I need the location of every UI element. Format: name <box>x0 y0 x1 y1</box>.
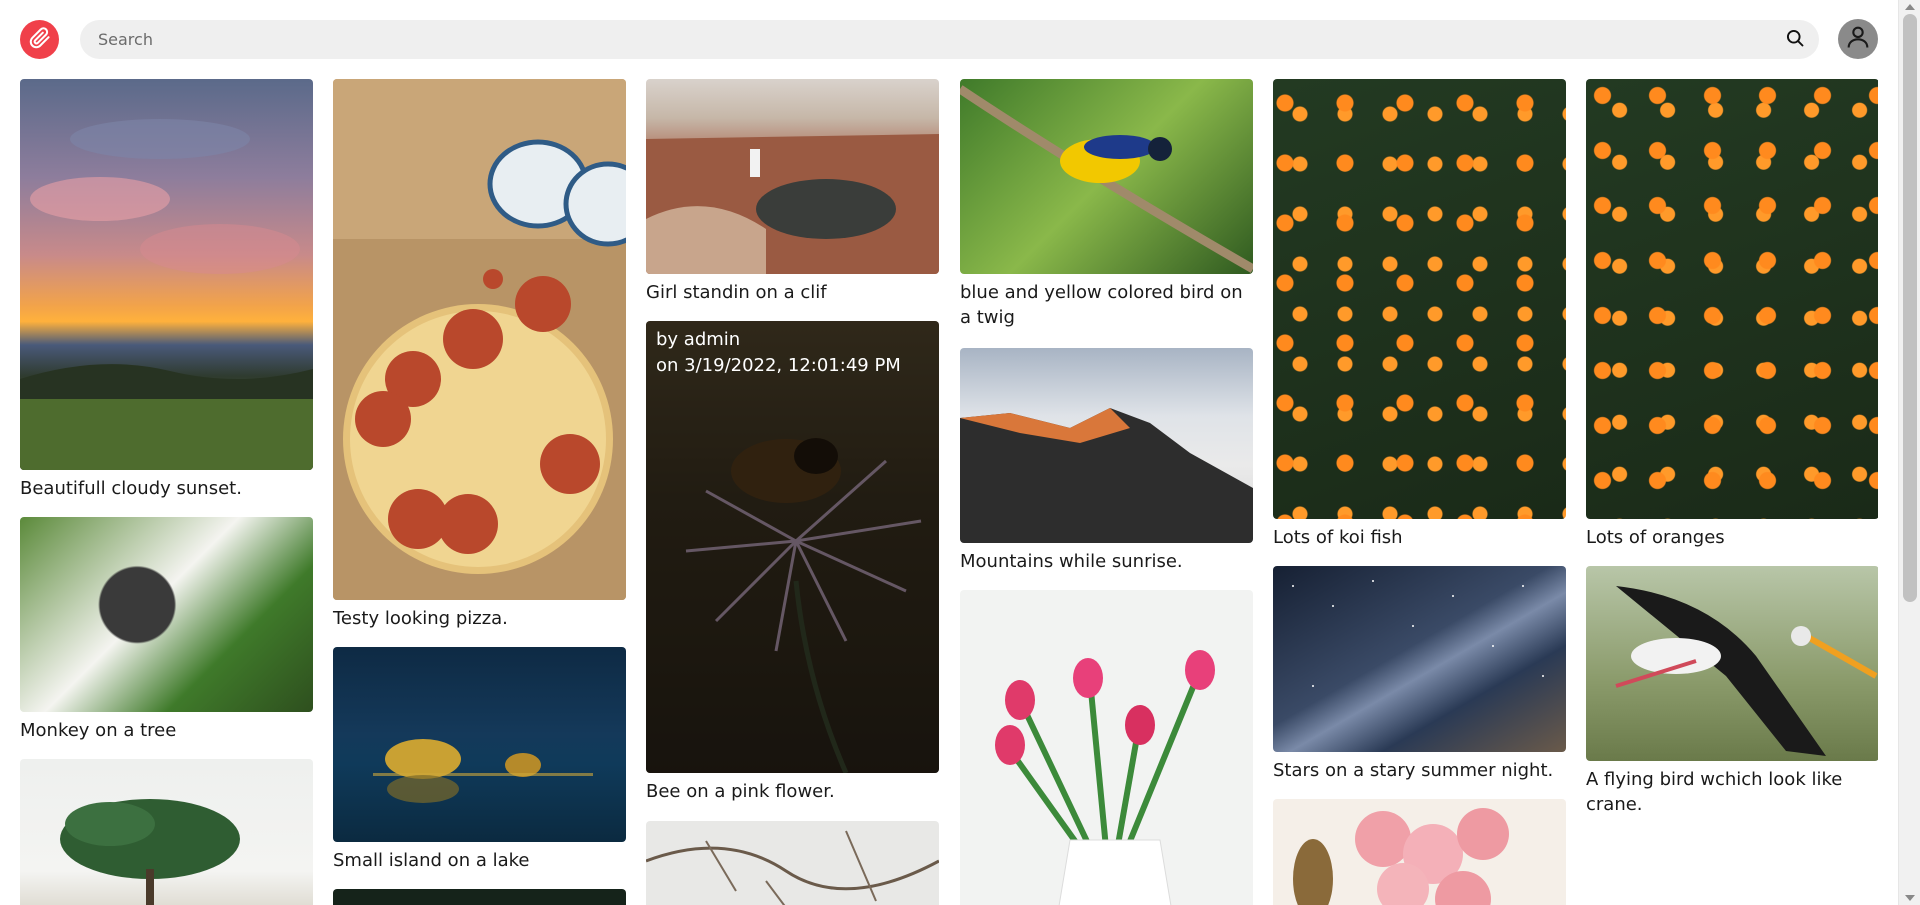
user-icon <box>1844 23 1872 55</box>
scroll-up-arrow-icon[interactable] <box>1905 4 1915 10</box>
post-card[interactable] <box>960 590 1253 905</box>
post-card[interactable]: Small island on a lake <box>333 647 626 873</box>
tree-photo <box>60 799 240 905</box>
post-image <box>333 647 626 842</box>
post-card[interactable]: Lots of koi fish <box>1273 79 1566 550</box>
post-caption: Stars on a stary summer night. <box>1273 760 1554 781</box>
post-image <box>333 79 626 600</box>
search-button[interactable] <box>1783 28 1807 52</box>
post-card[interactable]: Mountains while sunrise. <box>960 348 1253 574</box>
post-card[interactable]: blue and yellow colored bird on a twig <box>960 79 1253 330</box>
canyon-photo <box>646 134 939 274</box>
post-caption: Testy looking pizza. <box>333 608 508 629</box>
search-bar <box>80 20 1819 59</box>
post-date: on 3/19/2022, 12:01:49 PM <box>656 355 901 376</box>
branch-photo <box>646 830 939 905</box>
post-hover-overlay: by admin on 3/19/2022, 12:01:49 PM <box>646 321 939 773</box>
post-image <box>960 590 1253 905</box>
post-caption: Monkey on a tree <box>20 720 177 741</box>
post-caption: Small island on a lake <box>333 850 530 871</box>
tulips-photo <box>995 650 1215 905</box>
bird-photo <box>960 85 1253 273</box>
post-image <box>1586 79 1878 519</box>
crane-photo <box>1615 586 1878 756</box>
post-card[interactable]: A flying bird wchich look like crane. <box>1586 566 1878 817</box>
search-input[interactable] <box>98 20 1748 59</box>
paperclip-icon <box>29 26 51 53</box>
post-image <box>1273 79 1566 519</box>
post-card[interactable] <box>646 821 939 905</box>
page-scrollbar[interactable] <box>1898 0 1920 905</box>
post-image <box>646 821 939 905</box>
post-caption: Lots of oranges <box>1586 527 1725 548</box>
mountain-photo <box>960 408 1253 543</box>
post-card[interactable]: Stars on a stary summer night. <box>1273 566 1566 783</box>
post-card[interactable] <box>1273 799 1566 905</box>
pizza-photo <box>333 79 626 600</box>
post-card[interactable]: Beautifull cloudy sunset. <box>20 79 313 501</box>
island-photo <box>373 739 593 803</box>
search-icon <box>1785 28 1805 52</box>
post-image <box>20 79 313 470</box>
post-image <box>1273 799 1566 905</box>
post-card[interactable]: Testy looking pizza. <box>333 79 626 631</box>
post-image <box>960 79 1253 274</box>
scroll-thumb[interactable] <box>1903 14 1917 602</box>
post-caption: blue and yellow colored bird on a twig <box>960 282 1243 328</box>
post-image <box>20 517 313 712</box>
post-card[interactable] <box>333 889 626 905</box>
post-card[interactable] <box>20 759 313 905</box>
post-card[interactable]: Girl standin on a clif <box>646 79 939 305</box>
post-card[interactable]: Lots of oranges <box>1586 79 1878 550</box>
post-caption: Beautifull cloudy sunset. <box>20 478 242 499</box>
post-caption: Girl standin on a clif <box>646 282 827 303</box>
scroll-down-arrow-icon[interactable] <box>1905 895 1915 901</box>
logo[interactable] <box>20 20 59 59</box>
sunset-photo <box>20 119 313 470</box>
post-image <box>1586 566 1878 761</box>
post-image <box>1273 566 1566 752</box>
post-image: by admin on 3/19/2022, 12:01:49 PM <box>646 321 939 773</box>
post-card[interactable]: by admin on 3/19/2022, 12:01:49 PM Bee o… <box>646 321 939 804</box>
post-caption: A flying bird wchich look like crane. <box>1586 769 1843 815</box>
post-card[interactable]: Monkey on a tree <box>20 517 313 743</box>
flowers-photo <box>1293 808 1509 905</box>
top-bar <box>0 0 1898 78</box>
post-author: by admin <box>656 329 741 350</box>
stars-photo <box>1292 580 1544 687</box>
avatar[interactable] <box>1838 19 1878 59</box>
post-image <box>960 348 1253 543</box>
post-caption: Bee on a pink flower. <box>646 781 835 802</box>
post-caption: Mountains while sunrise. <box>960 551 1183 572</box>
post-image <box>646 79 939 274</box>
post-image <box>333 889 626 905</box>
post-image <box>20 759 313 905</box>
post-caption: Lots of koi fish <box>1273 527 1403 548</box>
photo-grid: Beautifull cloudy sunset. Monkey on a tr… <box>20 79 1878 905</box>
